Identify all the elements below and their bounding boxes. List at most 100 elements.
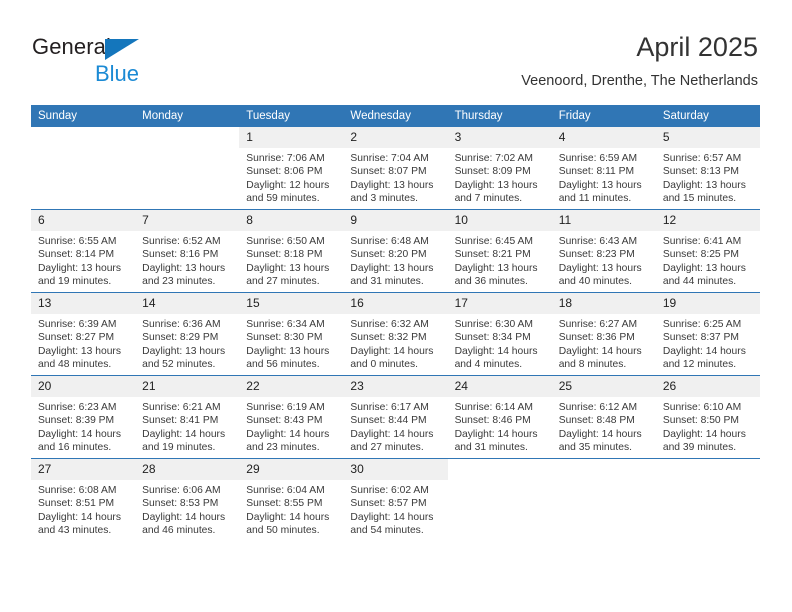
cell-inner: 20 Sunrise: 6:23 AM Sunset: 8:39 PM Dayligh…	[31, 376, 136, 458]
weekday-header-friday: Friday	[551, 105, 656, 127]
day-details: Sunrise: 6:21 AM Sunset: 8:41 PM Daylight:…	[135, 397, 239, 455]
day-details: Sunrise: 6:06 AM Sunset: 8:53 PM Daylight:…	[135, 480, 239, 538]
day-number: 11	[551, 210, 656, 231]
sunrise-text: Sunrise: 6:30 AM	[454, 319, 533, 330]
calendar-day-cell[interactable]: 2 Sunrise: 7:04 AM Sunset: 8:07 PM Daylight…	[343, 127, 448, 210]
day-details: Sunrise: 6:41 AM Sunset: 8:25 PM Daylight:…	[656, 231, 760, 289]
calendar-day-cell[interactable]: 10 Sunrise: 6:45 AM Sunset: 8:21 PM Dayligh…	[447, 209, 552, 293]
calendar-week-row: 1 Sunrise: 7:06 AM Sunset: 8:06 PM Daylight…	[31, 127, 760, 210]
day-details: Sunrise: 6:23 AM Sunset: 8:39 PM Daylight:…	[31, 397, 135, 455]
day-details: Sunrise: 7:06 AM Sunset: 8:06 PM Daylight:…	[239, 148, 343, 206]
calendar-day-cell[interactable]: 19 Sunrise: 6:25 AM Sunset: 8:37 PM Dayligh…	[655, 292, 760, 376]
day-number	[551, 459, 656, 480]
sunset-text: Sunset: 8:34 PM	[454, 332, 531, 344]
sunset-text: Sunset: 8:20 PM	[350, 249, 427, 261]
calendar-day-cell[interactable]: 18 Sunrise: 6:27 AM Sunset: 8:36 PM Dayligh…	[551, 292, 656, 376]
cell-inner: 18 Sunrise: 6:27 AM Sunset: 8:36 PM Dayligh…	[551, 293, 656, 375]
daylight-text: Daylight: 13 hours and 56 minutes.	[246, 345, 330, 371]
day-number: 16	[343, 293, 448, 314]
calendar-day-cell[interactable]: 5 Sunrise: 6:57 AM Sunset: 8:13 PM Daylight…	[655, 127, 760, 210]
sunset-text: Sunset: 8:55 PM	[246, 498, 323, 510]
calendar-day-cell[interactable]: 9 Sunrise: 6:48 AM Sunset: 8:20 PM Daylight…	[343, 209, 448, 293]
calendar-day-cell[interactable]: 14 Sunrise: 6:36 AM Sunset: 8:29 PM Dayligh…	[135, 292, 240, 376]
cell-inner: 11 Sunrise: 6:43 AM Sunset: 8:23 PM Dayligh…	[551, 210, 656, 292]
day-details: Sunrise: 6:34 AM Sunset: 8:30 PM Daylight:…	[239, 314, 343, 372]
calendar-day-cell[interactable]: 11 Sunrise: 6:43 AM Sunset: 8:23 PM Dayligh…	[551, 209, 656, 293]
calendar-day-cell[interactable]: 16 Sunrise: 6:32 AM Sunset: 8:32 PM Dayligh…	[343, 292, 448, 376]
sunset-text: Sunset: 8:37 PM	[662, 332, 739, 344]
day-number: 24	[447, 376, 552, 397]
calendar-week-row: 6 Sunrise: 6:55 AM Sunset: 8:14 PM Daylight…	[31, 209, 760, 293]
sunset-text: Sunset: 8:09 PM	[454, 166, 531, 178]
calendar-day-cell[interactable]: 3 Sunrise: 7:02 AM Sunset: 8:09 PM Daylight…	[447, 127, 552, 210]
day-details: Sunrise: 6:19 AM Sunset: 8:43 PM Daylight:…	[239, 397, 343, 455]
calendar-header-row: Sunday Monday Tuesday Wednesday Thursday…	[31, 105, 760, 127]
day-details: Sunrise: 7:04 AM Sunset: 8:07 PM Daylight:…	[343, 148, 447, 206]
cell-inner: 4 Sunrise: 6:59 AM Sunset: 8:11 PM Daylight…	[551, 127, 656, 209]
sunrise-text: Sunrise: 6:57 AM	[662, 153, 742, 164]
day-number: 14	[135, 293, 240, 314]
day-number: 17	[447, 293, 552, 314]
calendar-cell-empty	[655, 458, 760, 541]
cell-inner: 29 Sunrise: 6:04 AM Sunset: 8:55 PM Dayligh…	[239, 459, 344, 541]
cell-inner: 6 Sunrise: 6:55 AM Sunset: 8:14 PM Daylight…	[31, 210, 136, 292]
calendar-day-cell[interactable]: 21 Sunrise: 6:21 AM Sunset: 8:41 PM Dayligh…	[135, 375, 240, 459]
day-number: 27	[31, 459, 136, 480]
calendar-day-cell[interactable]: 13 Sunrise: 6:39 AM Sunset: 8:27 PM Dayligh…	[31, 292, 136, 376]
cell-inner	[655, 459, 760, 541]
daylight-text: Daylight: 13 hours and 48 minutes.	[38, 345, 121, 371]
calendar-day-cell[interactable]: 20 Sunrise: 6:23 AM Sunset: 8:39 PM Dayligh…	[31, 375, 136, 459]
day-details: Sunrise: 7:02 AM Sunset: 8:09 PM Daylight:…	[448, 148, 552, 206]
sunset-text: Sunset: 8:44 PM	[350, 415, 427, 427]
calendar-body: 1 Sunrise: 7:06 AM Sunset: 8:06 PM Daylight…	[31, 127, 760, 541]
calendar-day-cell[interactable]: 30 Sunrise: 6:02 AM Sunset: 8:57 PM Dayligh…	[343, 458, 448, 541]
calendar-day-cell[interactable]: 27 Sunrise: 6:08 AM Sunset: 8:51 PM Dayligh…	[31, 458, 136, 541]
day-details: Sunrise: 6:59 AM Sunset: 8:11 PM Daylight:…	[552, 148, 656, 206]
calendar-page: General Blue April 2025 Veenoord, Drenth…	[0, 0, 792, 612]
calendar-cell-empty	[135, 127, 240, 210]
calendar-day-cell[interactable]: 23 Sunrise: 6:17 AM Sunset: 8:44 PM Dayligh…	[343, 375, 448, 459]
sunset-text: Sunset: 8:23 PM	[558, 249, 635, 261]
calendar-day-cell[interactable]: 8 Sunrise: 6:50 AM Sunset: 8:18 PM Daylight…	[239, 209, 344, 293]
sunset-text: Sunset: 8:18 PM	[246, 249, 323, 261]
cell-inner: 5 Sunrise: 6:57 AM Sunset: 8:13 PM Daylight…	[655, 127, 760, 209]
sunrise-text: Sunrise: 6:27 AM	[558, 319, 638, 330]
cell-inner: 27 Sunrise: 6:08 AM Sunset: 8:51 PM Dayligh…	[31, 459, 136, 541]
daylight-text: Daylight: 14 hours and 16 minutes.	[38, 428, 121, 454]
calendar-day-cell[interactable]: 29 Sunrise: 6:04 AM Sunset: 8:55 PM Dayligh…	[239, 458, 344, 541]
calendar-day-cell[interactable]: 1 Sunrise: 7:06 AM Sunset: 8:06 PM Daylight…	[239, 127, 344, 210]
calendar-day-cell[interactable]: 7 Sunrise: 6:52 AM Sunset: 8:16 PM Daylight…	[135, 209, 240, 293]
cell-inner: 13 Sunrise: 6:39 AM Sunset: 8:27 PM Dayligh…	[31, 293, 136, 375]
cell-inner: 25 Sunrise: 6:12 AM Sunset: 8:48 PM Dayligh…	[551, 376, 656, 458]
cell-inner: 16 Sunrise: 6:32 AM Sunset: 8:32 PM Dayligh…	[343, 293, 448, 375]
calendar-day-cell[interactable]: 25 Sunrise: 6:12 AM Sunset: 8:48 PM Dayligh…	[551, 375, 656, 459]
calendar-day-cell[interactable]: 12 Sunrise: 6:41 AM Sunset: 8:25 PM Dayligh…	[655, 209, 760, 293]
sunset-text: Sunset: 8:39 PM	[38, 415, 115, 427]
cell-inner: 3 Sunrise: 7:02 AM Sunset: 8:09 PM Daylight…	[447, 127, 552, 209]
calendar-day-cell[interactable]: 22 Sunrise: 6:19 AM Sunset: 8:43 PM Dayligh…	[239, 375, 344, 459]
sunrise-text: Sunrise: 6:08 AM	[38, 485, 117, 496]
calendar-day-cell[interactable]: 4 Sunrise: 6:59 AM Sunset: 8:11 PM Daylight…	[551, 127, 656, 210]
logo-top-row: General	[32, 34, 262, 60]
calendar-day-cell[interactable]: 17 Sunrise: 6:30 AM Sunset: 8:34 PM Dayligh…	[447, 292, 552, 376]
calendar-day-cell[interactable]: 24 Sunrise: 6:14 AM Sunset: 8:46 PM Dayligh…	[447, 375, 552, 459]
weekday-header-monday: Monday	[135, 105, 240, 127]
sunrise-text: Sunrise: 6:48 AM	[350, 236, 429, 247]
sunset-text: Sunset: 8:32 PM	[350, 332, 427, 344]
sunset-text: Sunset: 8:30 PM	[246, 332, 323, 344]
cell-inner: 30 Sunrise: 6:02 AM Sunset: 8:57 PM Dayligh…	[343, 459, 448, 541]
logo-text-general: General	[32, 34, 111, 59]
cell-inner: 24 Sunrise: 6:14 AM Sunset: 8:46 PM Dayligh…	[447, 376, 552, 458]
calendar-day-cell[interactable]: 6 Sunrise: 6:55 AM Sunset: 8:14 PM Daylight…	[31, 209, 136, 293]
cell-inner: 21 Sunrise: 6:21 AM Sunset: 8:41 PM Dayligh…	[135, 376, 240, 458]
sunset-text: Sunset: 8:25 PM	[662, 249, 739, 261]
calendar-day-cell[interactable]: 26 Sunrise: 6:10 AM Sunset: 8:50 PM Dayligh…	[655, 375, 760, 459]
calendar-day-cell[interactable]: 15 Sunrise: 6:34 AM Sunset: 8:30 PM Dayligh…	[239, 292, 344, 376]
day-number: 22	[239, 376, 344, 397]
sunset-text: Sunset: 8:46 PM	[454, 415, 531, 427]
daylight-text: Daylight: 14 hours and 12 minutes.	[662, 345, 746, 371]
day-details: Sunrise: 6:50 AM Sunset: 8:18 PM Daylight:…	[239, 231, 343, 289]
day-number: 3	[447, 127, 552, 148]
calendar-day-cell[interactable]: 28 Sunrise: 6:06 AM Sunset: 8:53 PM Dayligh…	[135, 458, 240, 541]
general-blue-logo[interactable]: General Blue	[32, 34, 262, 90]
